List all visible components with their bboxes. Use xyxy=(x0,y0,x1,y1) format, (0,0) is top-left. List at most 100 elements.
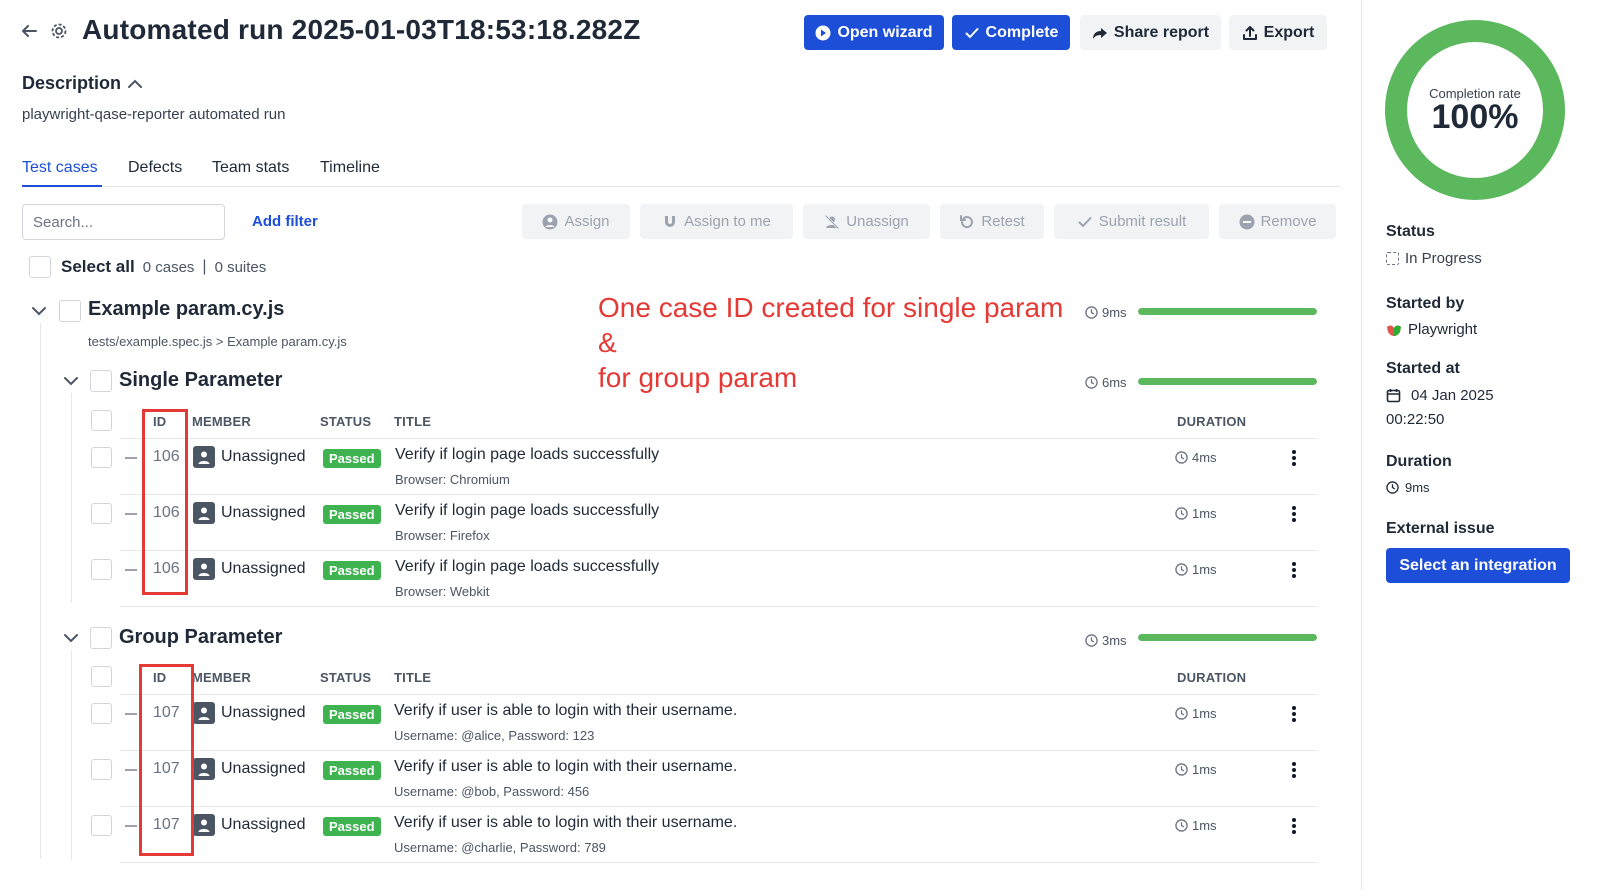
case-title[interactable]: Verify if user is able to login with the… xyxy=(394,814,737,832)
duration-value-text: 9ms xyxy=(1405,480,1430,495)
case-member[interactable]: Unassigned xyxy=(193,814,306,836)
back-arrow-icon[interactable] xyxy=(20,22,38,40)
row-checkbox[interactable] xyxy=(91,559,112,580)
row-menu-icon[interactable] xyxy=(1291,706,1297,722)
settings-gear-icon[interactable] xyxy=(50,22,68,40)
suite-title[interactable]: Single Parameter xyxy=(119,369,282,392)
suite-checkbox[interactable] xyxy=(90,627,112,649)
complete-button[interactable]: Complete xyxy=(952,15,1070,50)
row-checkbox[interactable] xyxy=(91,503,112,524)
external-issue-label: External issue xyxy=(1386,520,1495,537)
clock-icon xyxy=(1386,481,1399,494)
row-checkbox[interactable] xyxy=(91,703,112,724)
case-member[interactable]: Unassigned xyxy=(193,502,306,524)
root-suite-checkbox[interactable] xyxy=(59,300,81,322)
column-header-member: MEMBER xyxy=(192,670,251,685)
row-menu-icon[interactable] xyxy=(1291,762,1297,778)
case-title[interactable]: Verify if login page loads successfully xyxy=(395,502,659,520)
case-title[interactable]: Verify if login page loads successfully xyxy=(395,558,659,576)
export-button[interactable]: Export xyxy=(1229,15,1327,50)
tab-timeline[interactable]: Timeline xyxy=(320,159,380,177)
user-slash-icon xyxy=(825,214,840,229)
column-header-status: STATUS xyxy=(320,414,372,429)
tab-test-cases[interactable]: Test cases xyxy=(22,159,98,177)
share-icon xyxy=(1092,27,1107,39)
chevron-up-icon xyxy=(128,79,143,88)
share-report-button[interactable]: Share report xyxy=(1080,15,1221,50)
row-menu-icon[interactable] xyxy=(1291,506,1297,522)
assign-to-me-button[interactable]: Assign to me xyxy=(640,204,793,239)
root-suite-title[interactable]: Example param.cy.js xyxy=(88,298,284,321)
duration-value: 9ms xyxy=(1386,480,1430,495)
case-member[interactable]: Unassigned xyxy=(193,702,306,724)
root-suite-progress-bar xyxy=(1138,308,1317,315)
table-header-checkbox[interactable] xyxy=(91,666,112,687)
calendar-icon xyxy=(1386,389,1401,403)
suite-duration: 6ms xyxy=(1085,375,1127,390)
collapse-chevron-icon[interactable] xyxy=(31,302,47,320)
page-title: Automated run 2025-01-03T18:53:18.282Z xyxy=(82,14,641,45)
row-menu-icon[interactable] xyxy=(1291,818,1297,834)
annotation-line-1: One case ID created for single param xyxy=(598,292,1064,323)
row-menu-icon[interactable] xyxy=(1291,450,1297,466)
user-avatar-icon xyxy=(193,758,215,780)
select-all-checkbox[interactable] xyxy=(29,256,51,278)
suite-progress-fill xyxy=(1138,634,1317,641)
case-title[interactable]: Verify if login page loads successfully xyxy=(395,446,659,464)
assign-button[interactable]: Assign xyxy=(522,204,630,239)
submit-result-button[interactable]: Submit result xyxy=(1054,204,1209,239)
remove-button[interactable]: Remove xyxy=(1219,204,1336,239)
complete-label: Complete xyxy=(985,23,1059,41)
started-by-text: Playwright xyxy=(1408,321,1478,338)
open-wizard-button[interactable]: Open wizard xyxy=(804,15,944,50)
description-toggle[interactable]: Description xyxy=(22,73,143,94)
case-member-name: Unassigned xyxy=(221,760,306,777)
assign-label: Assign xyxy=(564,213,610,230)
root-suite-path: tests/example.spec.js > Example param.cy… xyxy=(88,334,347,349)
case-member[interactable]: Unassigned xyxy=(193,558,306,580)
started-by-value: Playwright xyxy=(1386,321,1477,338)
check-icon xyxy=(965,27,979,38)
unassign-button[interactable]: Unassign xyxy=(803,204,930,239)
row-menu-icon[interactable] xyxy=(1291,562,1297,578)
case-member-name: Unassigned xyxy=(221,504,306,521)
case-member[interactable]: Unassigned xyxy=(193,758,306,780)
collapse-chevron-icon[interactable] xyxy=(63,629,79,647)
case-duration-value: 1ms xyxy=(1192,562,1217,577)
select-all-label: Select all xyxy=(61,257,135,276)
user-avatar-icon xyxy=(193,446,215,468)
tab-defects[interactable]: Defects xyxy=(128,159,182,177)
select-integration-button[interactable]: Select an integration xyxy=(1386,548,1570,583)
case-member[interactable]: Unassigned xyxy=(193,446,306,468)
row-checkbox[interactable] xyxy=(91,447,112,468)
case-member-name: Unassigned xyxy=(221,704,306,721)
description-label: Description xyxy=(22,73,122,93)
search-input[interactable]: Search... xyxy=(22,204,225,240)
case-duration-value: 1ms xyxy=(1192,506,1217,521)
selected-suites-count: 0 suites xyxy=(214,258,267,276)
row-divider xyxy=(120,806,1318,807)
tab-team-stats[interactable]: Team stats xyxy=(212,159,289,177)
case-title[interactable]: Verify if user is able to login with the… xyxy=(394,758,737,776)
row-checkbox[interactable] xyxy=(91,815,112,836)
tree-dash xyxy=(125,769,137,771)
case-param: Username: @charlie, Password: 789 xyxy=(394,840,606,855)
id-highlight-box xyxy=(142,409,188,595)
add-filter-link[interactable]: Add filter xyxy=(252,213,318,230)
suite-duration-value: 3ms xyxy=(1102,633,1127,648)
root-suite-progress-fill xyxy=(1138,308,1317,315)
id-highlight-box xyxy=(139,664,194,856)
collapse-chevron-icon[interactable] xyxy=(63,372,79,390)
row-checkbox[interactable] xyxy=(91,759,112,780)
retest-button[interactable]: Retest xyxy=(940,204,1044,239)
clock-icon xyxy=(1085,376,1098,389)
case-param: Browser: Chromium xyxy=(395,472,510,487)
case-title[interactable]: Verify if user is able to login with the… xyxy=(394,702,737,720)
status-badge: Passed xyxy=(323,761,381,780)
case-duration: 1ms xyxy=(1175,706,1217,721)
table-header-checkbox[interactable] xyxy=(91,410,112,431)
completion-rate-value: 100% xyxy=(1431,98,1519,136)
suite-title[interactable]: Group Parameter xyxy=(119,626,282,649)
suite-checkbox[interactable] xyxy=(90,370,112,392)
status-value-text: In Progress xyxy=(1405,250,1482,267)
